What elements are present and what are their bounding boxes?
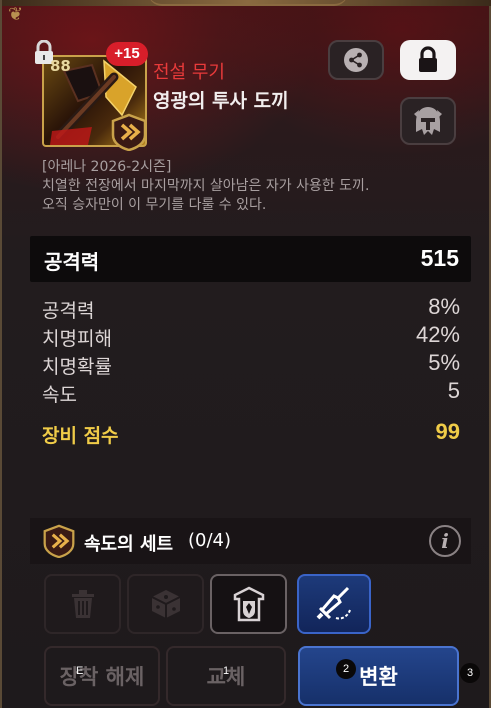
convert-button[interactable]: 변환 [298,646,459,706]
dice-icon [151,590,180,618]
hotkey-unequip: E [76,665,84,677]
share-icon [344,48,368,72]
sword-swap-icon [316,586,351,620]
sub-stat-row: 공격력 8% [42,294,462,322]
sub-stat-value: 8% [428,294,460,319]
set-speed-icon [42,524,76,562]
item-level: 88 [50,57,71,75]
sub-stat-value: 42% [415,322,460,347]
sub-stat-label: 치명확률 [42,356,112,378]
hotkey-replace: 1 [223,665,230,677]
item-detail-panel: ❦ 88 +15 전설 무기 영광의 투사 도끼 [아레나 2026-2시즌] … [0,0,491,708]
set-bonus-bar: 속도의 세트 (0/4) i [30,518,471,564]
unequip-button[interactable]: 장착 해제 [44,646,160,706]
armor-icon [233,586,264,622]
armor-slot-button[interactable] [210,574,287,634]
hotkey-convert: 2 [336,659,356,679]
corner-ornament-icon: ❦ [8,4,24,25]
sub-stat-label: 공격력 [42,300,95,322]
item-description: [아레나 2026-2시즌] 치열한 전장에서 마지막까지 살아남은 자가 사용… [42,158,482,215]
lock-icon [419,46,437,72]
gear-score-row: 장비 점수 99 [42,419,462,447]
random-slot-button[interactable] [127,574,204,634]
sub-stat-value: 5 [447,378,460,403]
main-stat-label: 공격력 [44,250,100,274]
sub-stat-label: 치명피해 [42,328,112,350]
set-name: 속도의 세트 [84,534,174,555]
gear-score-value: 99 [435,419,460,444]
delete-slot-button[interactable] [44,574,121,634]
lock-toggle-button[interactable] [400,40,456,80]
description-line: 오직 승자만이 이 무기를 다룰 수 있다. [42,197,267,213]
info-icon[interactable]: i [429,525,461,557]
set-count: (0/4) [188,530,232,551]
hotkey-extra: 3 [460,663,480,683]
enhance-badge: +15 [106,42,148,66]
share-button[interactable] [328,40,384,80]
guild-helmet-button[interactable] [400,97,456,145]
set-emblem-icon [110,113,148,155]
sub-stat-label: 속도 [42,384,77,406]
description-line: 치열한 전장에서 마지막까지 살아남은 자가 사용한 도끼. [42,178,370,194]
item-rarity: 전설 무기 [153,62,225,83]
sub-stat-list: 공격력 8% 치명피해 42% 치명확률 5% 속도 5 [42,294,462,406]
convert-slot-button[interactable] [297,574,371,634]
main-stat-value: 515 [420,245,459,271]
sub-stat-row: 치명피해 42% [42,322,462,350]
item-name: 영광의 투사 도끼 [153,90,289,112]
sub-stat-row: 속도 5 [42,378,462,406]
trash-icon [71,590,94,618]
sub-stat-value: 5% [428,350,460,375]
main-stat-row: 공격력 515 [30,236,471,282]
description-line: [아레나 2026-2시즌] [42,159,172,175]
helmet-icon [414,107,442,135]
frame-ornament [148,0,348,6]
sub-stat-row: 치명확률 5% [42,350,462,378]
gear-score-label: 장비 점수 [42,425,119,447]
